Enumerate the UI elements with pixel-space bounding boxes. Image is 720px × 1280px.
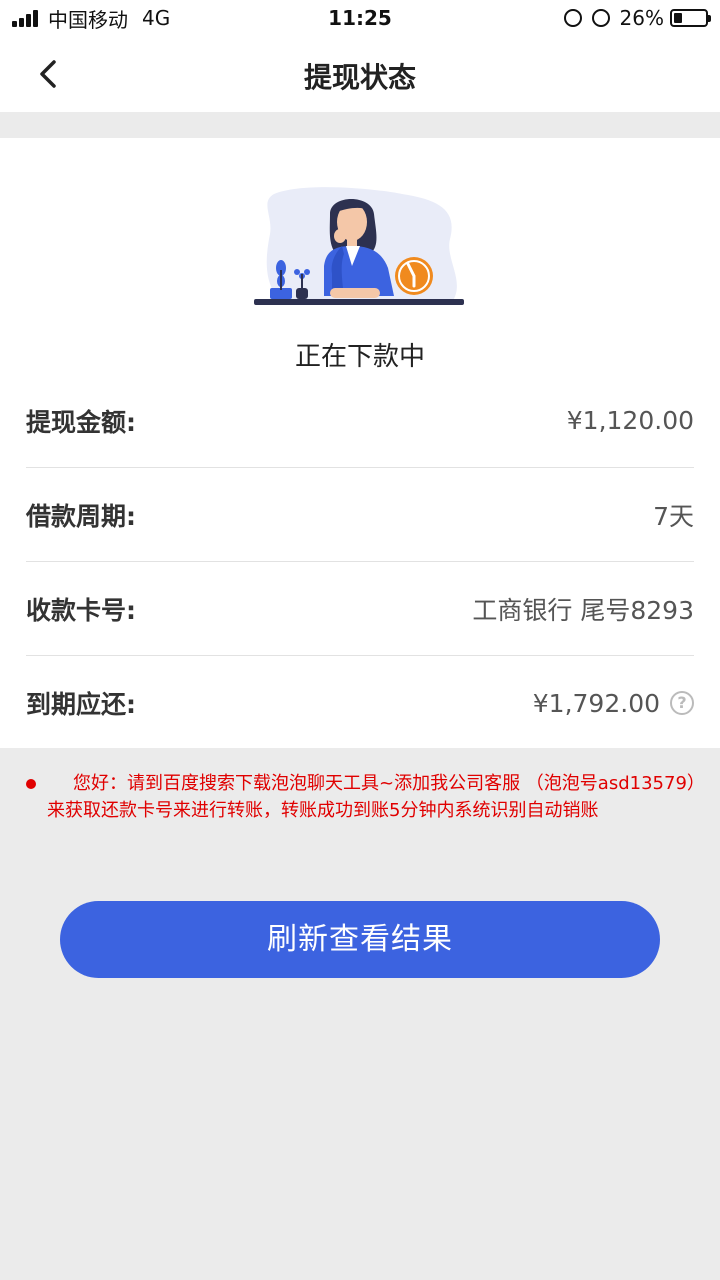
notice: 您好：请到百度搜索下载泡泡聊天工具~添加我公司客服 （泡泡号asd13579）来… bbox=[26, 770, 696, 824]
card-value: 工商银行 尾号8293 bbox=[472, 595, 694, 625]
waiting-illustration bbox=[252, 184, 472, 314]
notice-dot-icon bbox=[26, 779, 36, 789]
amount-value: ¥1,120.00 bbox=[566, 406, 694, 435]
card-label: 收款卡号: bbox=[26, 595, 136, 625]
status-right: 26% bbox=[563, 6, 711, 30]
period-value: 7天 bbox=[653, 501, 694, 531]
notice-text: 您好：请到百度搜索下载泡泡聊天工具~添加我公司客服 （泡泡号asd13579）来… bbox=[47, 773, 696, 821]
amount-row: 提现金额: ¥1,120.00 bbox=[26, 374, 694, 468]
page-title: 提现状态 bbox=[303, 61, 416, 94]
status-card: 正在下款中 提现金额: ¥1,120.00 借款周期: 7天 收款卡号: 工商银… bbox=[0, 138, 720, 748]
refresh-result-button[interactable]: 刷新查看结果 bbox=[60, 901, 660, 978]
rotation-lock-icon bbox=[563, 9, 582, 27]
status-bar: 中国移动 4G 11:25 26% bbox=[0, 0, 720, 36]
battery-icon bbox=[670, 9, 711, 27]
nav-bar: 提现状态 bbox=[0, 36, 720, 112]
due-value-wrap: ¥1,792.00 ? bbox=[533, 689, 694, 718]
period-row: 借款周期: 7天 bbox=[26, 468, 694, 562]
battery-percent: 26% bbox=[619, 6, 664, 30]
alarm-icon bbox=[591, 9, 610, 27]
card-row: 收款卡号: 工商银行 尾号8293 bbox=[26, 562, 694, 656]
question-circle-icon[interactable]: ? bbox=[670, 691, 694, 715]
due-label: 到期应还: bbox=[26, 690, 136, 719]
status-text: 正在下款中 bbox=[294, 342, 425, 372]
due-row: 到期应还: ¥1,792.00 ? bbox=[26, 656, 694, 750]
period-label: 借款周期: bbox=[26, 501, 136, 531]
due-value: ¥1,792.00 bbox=[532, 688, 660, 718]
amount-label: 提现金额: bbox=[26, 407, 136, 437]
